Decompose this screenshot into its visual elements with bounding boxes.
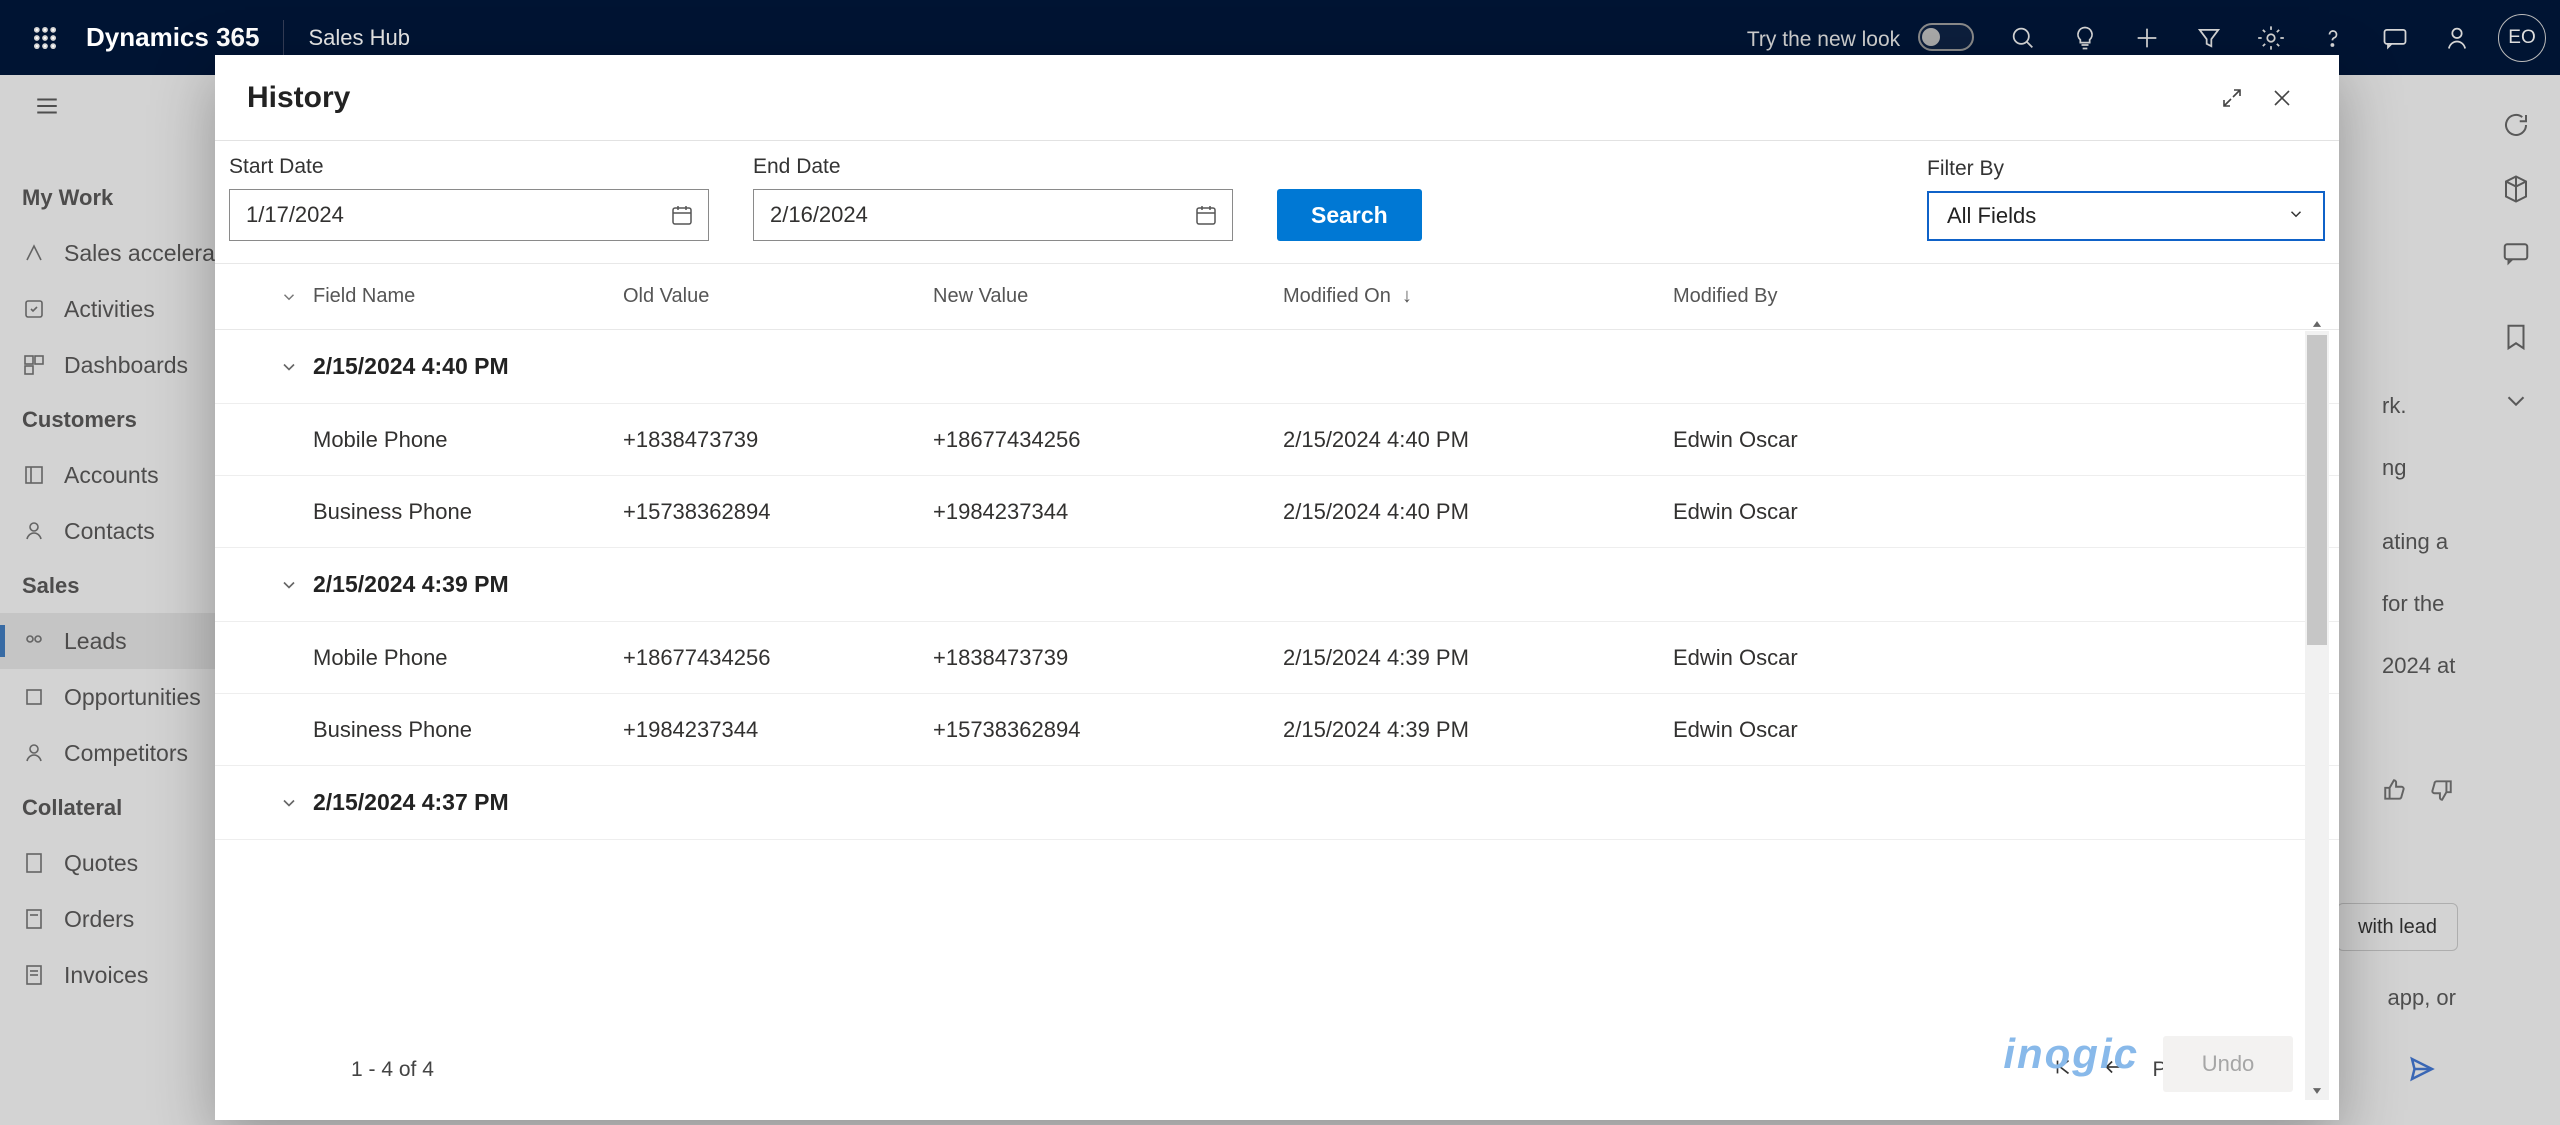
try-new-look-label: Try the new look bbox=[1747, 28, 1900, 51]
calendar-icon[interactable] bbox=[656, 189, 708, 241]
group-row[interactable]: 2/15/2024 4:40 PM bbox=[215, 330, 2339, 404]
cell-new-value: +18677434256 bbox=[933, 427, 1283, 453]
group-row[interactable]: 2/15/2024 4:37 PM bbox=[215, 766, 2339, 840]
cell-modified-by: Edwin Oscar bbox=[1673, 427, 2339, 453]
cell-field-name: Business Phone bbox=[313, 717, 623, 743]
table-row[interactable]: Mobile Phone+18677434256+18384737392/15/… bbox=[215, 622, 2339, 694]
cell-old-value: +15738362894 bbox=[623, 499, 933, 525]
divider bbox=[283, 20, 284, 56]
brand-name[interactable]: Dynamics 365 bbox=[86, 22, 259, 53]
grid-header: Field Name Old Value New Value Modified … bbox=[215, 264, 2339, 330]
cell-old-value: +1838473739 bbox=[623, 427, 933, 453]
end-date-group: End Date 2/16/2024 bbox=[753, 155, 1233, 241]
chevron-down-icon bbox=[2287, 203, 2305, 229]
col-modified-by[interactable]: Modified By bbox=[1673, 285, 2339, 308]
cell-modified-on: 2/15/2024 4:40 PM bbox=[1283, 499, 1673, 525]
expand-all-icon[interactable] bbox=[265, 288, 313, 306]
end-date-input[interactable]: 2/16/2024 bbox=[753, 189, 1233, 241]
cell-new-value: +15738362894 bbox=[933, 717, 1283, 743]
vertical-scrollbar[interactable] bbox=[2305, 331, 2329, 1100]
dialog-title: History bbox=[247, 81, 350, 115]
cell-new-value: +1838473739 bbox=[933, 645, 1283, 671]
try-toggle[interactable] bbox=[1918, 23, 1974, 51]
table-row[interactable]: Business Phone+1984237344+157383628942/1… bbox=[215, 694, 2339, 766]
col-old-value[interactable]: Old Value bbox=[623, 285, 933, 308]
close-icon[interactable] bbox=[2257, 73, 2307, 123]
col-field-name[interactable]: Field Name bbox=[313, 285, 623, 308]
scroll-up-icon[interactable] bbox=[2305, 313, 2329, 335]
avatar[interactable]: EO bbox=[2498, 14, 2546, 62]
group-chevron-icon[interactable] bbox=[265, 793, 313, 813]
filter-by-value: All Fields bbox=[1947, 203, 2036, 229]
undo-button[interactable]: Undo bbox=[2163, 1036, 2293, 1092]
group-row[interactable]: 2/15/2024 4:39 PM bbox=[215, 548, 2339, 622]
start-date-group: Start Date 1/17/2024 bbox=[229, 155, 709, 241]
start-date-label: Start Date bbox=[229, 155, 709, 179]
scrollbar-thumb[interactable] bbox=[2307, 335, 2327, 645]
col-new-value[interactable]: New Value bbox=[933, 285, 1283, 308]
cell-modified-by: Edwin Oscar bbox=[1673, 645, 2339, 671]
search-button[interactable]: Search bbox=[1277, 189, 1422, 241]
cell-field-name: Business Phone bbox=[313, 499, 623, 525]
end-date-label: End Date bbox=[753, 155, 1233, 179]
watermark-logo: inogic bbox=[2003, 1030, 2139, 1078]
calendar-icon[interactable] bbox=[1180, 189, 1232, 241]
cell-old-value: +18677434256 bbox=[623, 645, 933, 671]
undo-label: Undo bbox=[2202, 1051, 2255, 1076]
cell-modified-by: Edwin Oscar bbox=[1673, 717, 2339, 743]
chat-icon[interactable] bbox=[2364, 0, 2426, 75]
cell-new-value: +1984237344 bbox=[933, 499, 1283, 525]
history-grid: Field Name Old Value New Value Modified … bbox=[215, 263, 2339, 1120]
group-chevron-icon[interactable] bbox=[265, 575, 313, 595]
send-icon[interactable] bbox=[2398, 1045, 2446, 1093]
col-label: Modified On bbox=[1283, 285, 1391, 307]
start-date-input[interactable]: 1/17/2024 bbox=[229, 189, 709, 241]
filter-by-label: Filter By bbox=[1927, 157, 2325, 181]
scroll-down-icon[interactable] bbox=[2305, 1080, 2329, 1102]
table-row[interactable]: Business Phone+15738362894+19842373442/1… bbox=[215, 476, 2339, 548]
table-row[interactable]: Mobile Phone+1838473739+186774342562/15/… bbox=[215, 404, 2339, 476]
col-modified-on[interactable]: Modified On ↓ bbox=[1283, 285, 1673, 308]
dialog-header: History bbox=[215, 55, 2339, 140]
filter-by-select[interactable]: All Fields bbox=[1927, 191, 2325, 241]
cell-modified-on: 2/15/2024 4:40 PM bbox=[1283, 427, 1673, 453]
avatar-initials: EO bbox=[2508, 27, 2535, 49]
cell-modified-on: 2/15/2024 4:39 PM bbox=[1283, 645, 1673, 671]
app-launcher-icon[interactable] bbox=[14, 0, 76, 75]
expand-icon[interactable] bbox=[2207, 73, 2257, 123]
cell-field-name: Mobile Phone bbox=[313, 427, 623, 453]
try-new-look[interactable]: Try the new look bbox=[1747, 23, 1974, 52]
filter-by-group: Filter By All Fields bbox=[1927, 157, 2325, 241]
group-label: 2/15/2024 4:40 PM bbox=[313, 353, 509, 380]
start-date-value: 1/17/2024 bbox=[230, 202, 656, 228]
hub-name[interactable]: Sales Hub bbox=[308, 25, 410, 51]
end-date-value: 2/16/2024 bbox=[754, 202, 1180, 228]
cell-modified-by: Edwin Oscar bbox=[1673, 499, 2339, 525]
grid-body: 2/15/2024 4:40 PMMobile Phone+1838473739… bbox=[215, 330, 2339, 1020]
assistant-icon[interactable] bbox=[2426, 0, 2488, 75]
cell-field-name: Mobile Phone bbox=[313, 645, 623, 671]
filter-row: Start Date 1/17/2024 End Date 2/16/2024 … bbox=[215, 140, 2339, 263]
group-label: 2/15/2024 4:37 PM bbox=[313, 789, 509, 816]
cell-modified-on: 2/15/2024 4:39 PM bbox=[1283, 717, 1673, 743]
cell-old-value: +1984237344 bbox=[623, 717, 933, 743]
history-dialog: History Start Date 1/17/2024 End Date 2/… bbox=[215, 55, 2339, 1120]
pager-counts: 1 - 4 of 4 bbox=[351, 1058, 434, 1082]
group-chevron-icon[interactable] bbox=[265, 357, 313, 377]
group-label: 2/15/2024 4:39 PM bbox=[313, 571, 509, 598]
search-button-label: Search bbox=[1311, 202, 1388, 228]
sort-down-icon: ↓ bbox=[1402, 285, 1412, 307]
